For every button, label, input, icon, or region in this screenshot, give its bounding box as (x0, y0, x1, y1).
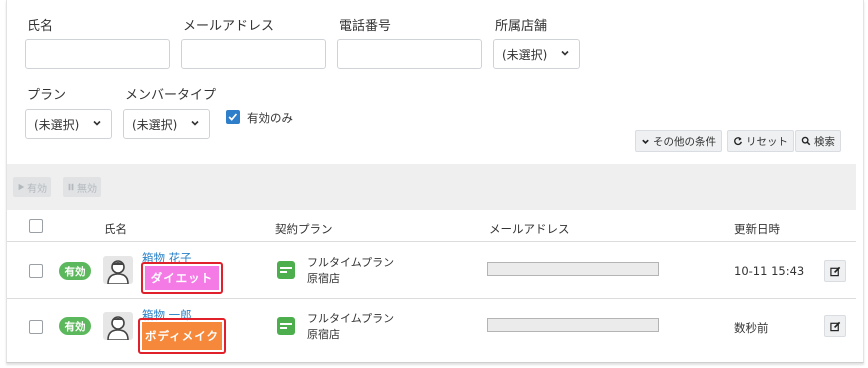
search-icon (801, 136, 811, 146)
email-filter-input[interactable] (181, 39, 326, 69)
active-only-checkbox[interactable] (226, 110, 240, 124)
name-filter-input[interactable] (25, 39, 170, 69)
deactivate-button[interactable]: 無効 (63, 177, 101, 197)
updated-datetime: 10-11 15:43 (734, 264, 805, 278)
column-header-updated: 更新日時 (734, 222, 780, 236)
pause-icon (68, 183, 74, 191)
header-divider (7, 241, 856, 242)
member-search-panel: 氏名 メールアドレス 電話番号 所属店舗 (未選択) プラン (未選択) メンバ… (6, 0, 864, 363)
plan-card-icon (277, 261, 295, 279)
email-filter-label: メールアドレス (183, 19, 275, 34)
active-only-label: 有効のみ (247, 111, 293, 125)
column-header-plan: 契約プラン (275, 222, 333, 236)
search-label: 検索 (814, 135, 835, 148)
avatar-icon (103, 312, 133, 340)
email-redacted (487, 262, 659, 276)
chevron-down-icon (642, 139, 649, 144)
avatar-icon (103, 256, 133, 284)
member-type-select-value: (未選択) (132, 117, 178, 132)
phone-filter-label: 電話番号 (339, 19, 392, 34)
search-button[interactable]: 検索 (795, 130, 841, 152)
contract-plan-name: フルタイムプラン (307, 312, 395, 325)
play-icon (18, 183, 25, 191)
contract-plan-store: 原宿店 (307, 328, 340, 341)
name-filter-label: 氏名 (27, 19, 54, 34)
deactivate-label: 無効 (77, 183, 97, 195)
plan-select-value: (未選択) (34, 117, 80, 132)
status-badge: 有効 (59, 317, 91, 335)
refresh-icon (734, 137, 742, 146)
chevron-down-icon (93, 120, 101, 126)
activate-label: 有効 (27, 183, 47, 195)
edit-button[interactable] (824, 315, 846, 337)
other-conditions-label: その他の条件 (653, 135, 716, 148)
phone-filter-input[interactable] (337, 39, 482, 69)
row-checkbox[interactable] (29, 320, 43, 334)
plan-filter-label: プラン (27, 88, 67, 103)
reset-button[interactable]: リセット (727, 130, 794, 152)
chevron-down-icon (191, 120, 199, 126)
reset-label: リセット (746, 135, 788, 148)
updated-datetime: 数秒前 (734, 321, 769, 335)
plan-card-icon (277, 317, 295, 335)
store-select[interactable]: (未選択) (493, 39, 580, 69)
row-divider (7, 298, 856, 299)
contract-plan-store: 原宿店 (307, 272, 340, 285)
chevron-down-icon (561, 50, 569, 56)
member-tag: ボディメイク (142, 322, 222, 350)
status-badge: 有効 (59, 262, 91, 280)
member-type-select[interactable]: (未選択) (123, 109, 210, 139)
member-type-filter-label: メンバータイプ (125, 88, 217, 103)
contract-plan-name: フルタイムプラン (307, 256, 395, 269)
edit-button[interactable] (824, 260, 846, 282)
store-filter-label: 所属店舗 (495, 19, 548, 34)
edit-icon (829, 266, 840, 276)
other-conditions-button[interactable]: その他の条件 (635, 130, 722, 152)
select-all-checkbox[interactable] (29, 219, 43, 233)
email-redacted (487, 318, 659, 332)
bulk-action-bar (7, 164, 856, 210)
row-checkbox[interactable] (29, 264, 43, 278)
check-icon (228, 113, 238, 121)
plan-select[interactable]: (未選択) (25, 109, 112, 139)
member-tag-highlight: ボディメイク (138, 318, 226, 354)
edit-icon (829, 321, 840, 331)
member-tag-highlight: ダイエット (141, 262, 223, 294)
column-header-name: 氏名 (104, 222, 127, 236)
column-header-email: メールアドレス (489, 222, 570, 236)
store-select-value: (未選択) (502, 47, 548, 62)
activate-button[interactable]: 有効 (13, 177, 51, 197)
member-tag: ダイエット (145, 266, 219, 290)
